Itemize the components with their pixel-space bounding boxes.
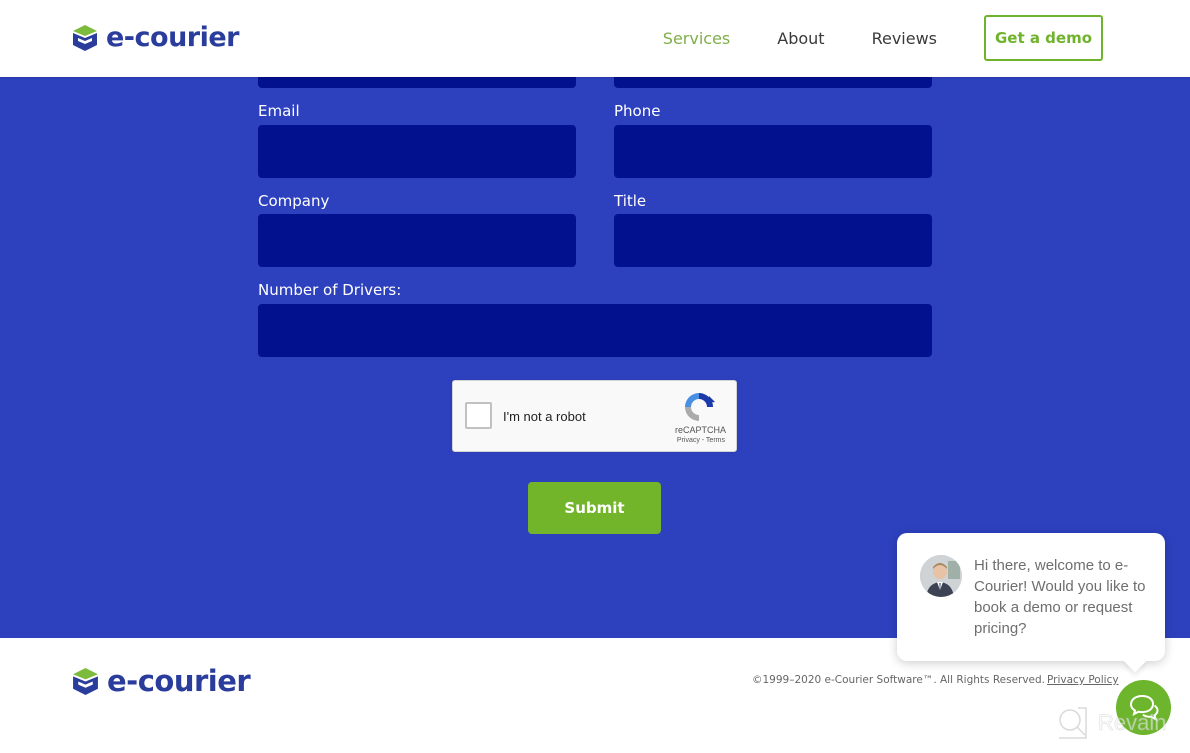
email-input[interactable]	[258, 125, 576, 178]
logo-text: e-courier	[107, 664, 251, 698]
title-input[interactable]	[614, 214, 932, 267]
site-header: e-courier Services About Reviews Get a d…	[0, 0, 1190, 77]
recaptcha-label: I'm not a robot	[503, 409, 586, 424]
nav-services[interactable]: Services	[663, 29, 730, 48]
main-nav: Services About Reviews Get a demo	[663, 15, 1103, 61]
chat-message: Hi there, welcome to e-Courier! Would yo…	[974, 557, 1146, 637]
phone-input[interactable]	[614, 125, 932, 178]
recaptcha-widget: I'm not a robot reCAPTCHA Privacy - Term…	[452, 380, 737, 452]
phone-label: Phone	[614, 102, 661, 120]
page: Email Phone Company Title Number of Driv…	[0, 0, 1190, 753]
recaptcha-checkbox[interactable]	[465, 402, 492, 429]
recaptcha-links[interactable]: Privacy - Terms	[677, 437, 725, 444]
title-label: Title	[614, 192, 647, 210]
submit-button[interactable]: Submit	[528, 482, 661, 534]
agent-avatar	[920, 555, 962, 597]
company-input[interactable]	[258, 214, 576, 267]
ecourier-logo-icon	[73, 24, 97, 51]
logo-text: e-courier	[106, 22, 240, 53]
drivers-label: Number of Drivers:	[258, 281, 402, 299]
privacy-policy-link[interactable]: Privacy Policy	[1047, 674, 1119, 686]
header-logo[interactable]: e-courier	[72, 22, 240, 53]
nav-reviews[interactable]: Reviews	[872, 29, 937, 48]
recaptcha-brand: reCAPTCHA	[674, 425, 726, 435]
ecourier-logo-icon	[73, 667, 98, 695]
company-label: Company	[258, 192, 330, 210]
revain-watermark: Revain	[1056, 706, 1167, 740]
get-demo-button[interactable]: Get a demo	[984, 15, 1103, 61]
chat-welcome-bubble[interactable]: Hi there, welcome to e-Courier! Would yo…	[897, 533, 1165, 661]
recaptcha-logo-icon	[685, 393, 715, 421]
revain-logo-icon	[1059, 707, 1087, 739]
watermark-text: Revain	[1098, 710, 1167, 736]
nav-about[interactable]: About	[777, 29, 824, 48]
email-label: Email	[258, 102, 300, 120]
footer-logo[interactable]: e-courier	[72, 664, 251, 698]
drivers-input[interactable]	[258, 304, 932, 357]
copyright-text: ©1999–2020 e-Courier Software™. All Righ…	[752, 674, 1046, 686]
